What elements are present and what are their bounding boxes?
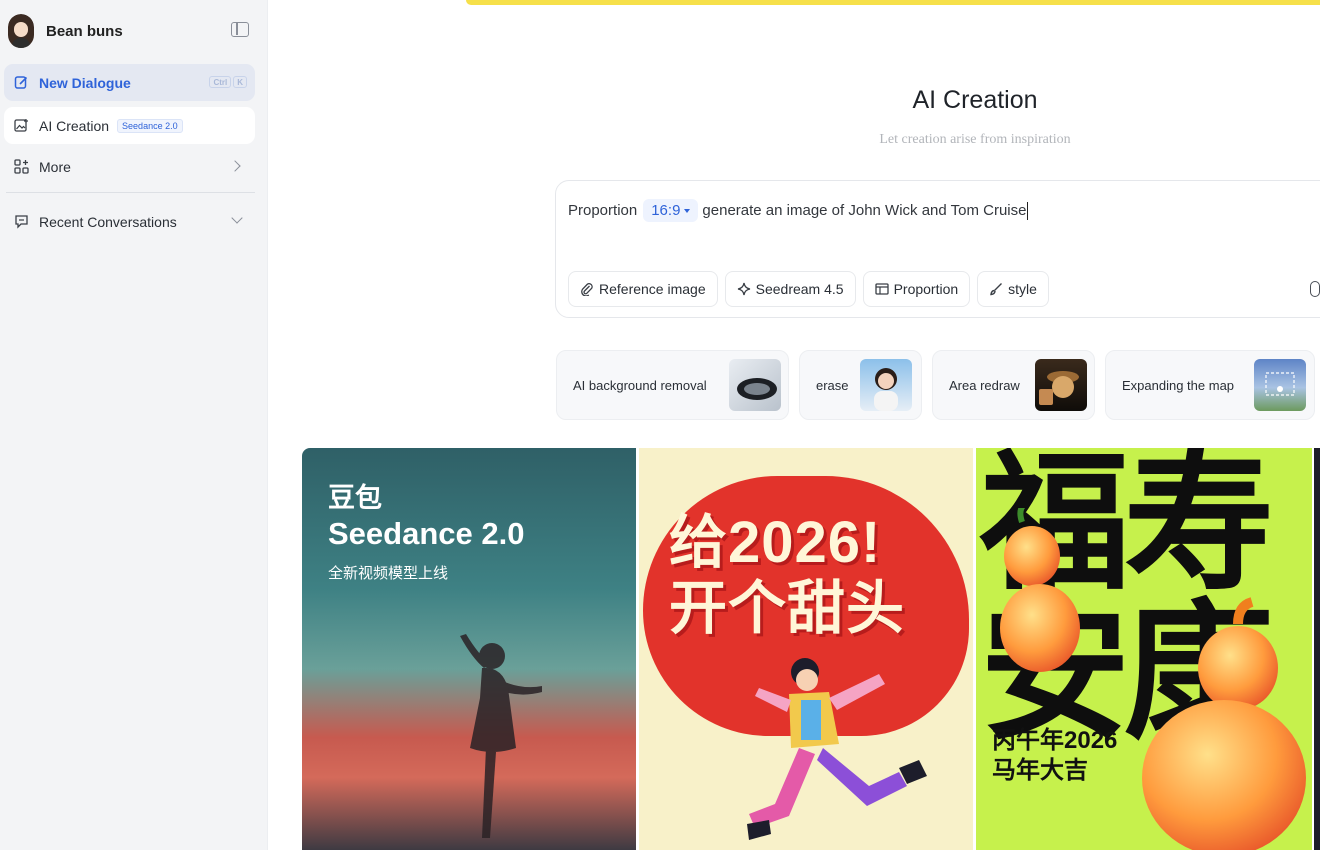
card-tagline: 全新视频模型上线: [328, 565, 449, 582]
seedance-badge: Seedance 2.0: [117, 118, 183, 133]
feature-ai-background-removal[interactable]: AI background removal: [556, 350, 789, 420]
edit-icon: [14, 75, 29, 90]
sidebar: Bean buns New Dialogue Ctrl K AI Creatio…: [0, 0, 268, 850]
apps-icon: [14, 159, 29, 174]
card-headline: 给2026! 开个甜头: [669, 510, 905, 642]
prompt-input-card[interactable]: Proportion 16:9 generate an image of Joh…: [555, 180, 1320, 318]
feature-area-redraw[interactable]: Area redraw: [932, 350, 1095, 420]
microphone-icon[interactable]: [1310, 281, 1320, 297]
caret-down-icon: [684, 208, 691, 213]
sparkle-icon: [737, 282, 751, 296]
text-cursor: [1027, 201, 1029, 220]
feature-thumbnail: [860, 359, 912, 411]
gallery-card-partial[interactable]: [1314, 448, 1320, 850]
jumping-girl-illustration: [747, 658, 927, 840]
brush-icon: [989, 282, 1003, 296]
feature-thumbnail: [729, 359, 781, 411]
style-button[interactable]: style: [977, 271, 1049, 307]
small-line-1: 丙午年2026: [992, 727, 1118, 754]
ratio-value: 16:9: [651, 202, 681, 219]
new-dialogue-button[interactable]: New Dialogue Ctrl K: [4, 64, 255, 101]
chat-icon: [14, 214, 29, 229]
feature-label: erase: [816, 377, 849, 393]
prompt-text: generate an image of John Wick and Tom C…: [702, 202, 1027, 219]
feature-label: Expanding the map: [1122, 377, 1235, 393]
gallery-card-fortune[interactable]: 福寿 安康 丙午年2026 马年大吉: [976, 448, 1312, 850]
feature-erase[interactable]: erase: [799, 350, 922, 420]
new-dialogue-label: New Dialogue: [39, 74, 131, 91]
sidebar-item-more[interactable]: More: [4, 148, 255, 185]
shortcut-hint: Ctrl K: [209, 76, 247, 88]
feature-thumbnail: [1035, 359, 1087, 411]
gallery-card-new-year[interactable]: 给2026! 开个甜头: [639, 448, 973, 850]
avatar[interactable]: [8, 14, 34, 48]
page-title: AI Creation: [912, 86, 1038, 114]
card-small-text: 丙午年2026 马年大吉: [992, 726, 1117, 786]
dancer-silhouette: [460, 634, 542, 838]
headline-line-2: 开个甜头: [669, 576, 906, 641]
top-accent-bar: [466, 0, 1320, 5]
feature-label: Area redraw: [949, 377, 1020, 393]
proportion-button[interactable]: Proportion: [862, 271, 971, 307]
user-name: Bean buns: [46, 22, 123, 40]
model-label: Seedream 4.5: [755, 281, 844, 297]
ai-creation-label: AI Creation: [39, 117, 110, 134]
sidebar-item-ai-creation[interactable]: AI Creation Seedance 2.0: [4, 107, 255, 144]
paperclip-icon: [580, 282, 594, 296]
page-subtitle: Let creation arise from inspiration: [879, 132, 1071, 147]
card-model-name: Seedance 2.0: [328, 516, 525, 551]
recent-conversations-label: Recent Conversations: [39, 213, 177, 230]
chevron-down-icon: [231, 212, 243, 224]
shortcut-key-k: K: [233, 76, 247, 88]
feature-expanding-the-map[interactable]: Expanding the map: [1105, 350, 1315, 420]
shortcut-key-ctrl: Ctrl: [209, 76, 232, 88]
image-edit-icon: [14, 118, 29, 133]
gallery-card-seedance[interactable]: 豆包 Seedance 2.0 全新视频模型上线: [302, 448, 636, 850]
gourd-illustration: [1000, 508, 1306, 850]
reference-image-label: Reference image: [599, 281, 706, 297]
more-label: More: [39, 158, 71, 175]
model-select-button[interactable]: Seedream 4.5: [724, 271, 856, 307]
layout-icon: [874, 282, 889, 296]
proportion-label: Proportion: [893, 281, 959, 297]
style-label: style: [1008, 281, 1037, 297]
prompt-input[interactable]: Proportion 16:9 generate an image of Joh…: [568, 199, 1029, 222]
chevron-right-icon: [229, 160, 241, 172]
sidebar-item-recent-conversations[interactable]: Recent Conversations: [4, 203, 255, 240]
feature-thumbnail: [1254, 359, 1306, 411]
sidebar-collapse-icon[interactable]: [231, 22, 249, 37]
small-line-2: 马年大吉: [992, 757, 1088, 784]
sidebar-divider: [6, 192, 255, 193]
user-profile[interactable]: Bean buns: [0, 0, 268, 62]
feature-label: AI background removal: [573, 377, 707, 393]
headline-line-1: 给2026!: [669, 510, 882, 575]
prompt-toolbar: Reference image Seedream 4.5 Proportion …: [568, 271, 1049, 307]
ratio-dropdown[interactable]: 16:9: [643, 199, 699, 222]
card-brand: 豆包: [328, 483, 382, 513]
prompt-prefix: Proportion: [568, 202, 638, 219]
reference-image-button[interactable]: Reference image: [568, 271, 718, 307]
